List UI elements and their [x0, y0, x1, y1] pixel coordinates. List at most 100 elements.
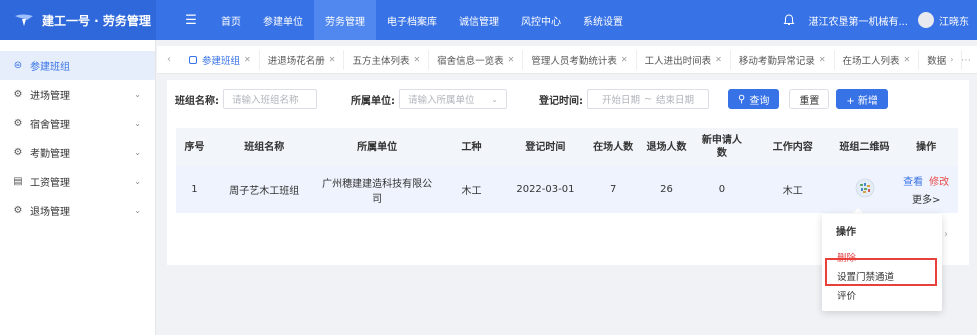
close-icon[interactable]: ✕ [621, 55, 628, 64]
nav-home[interactable]: 首页 [210, 0, 252, 40]
gear-icon: ⚙ [13, 118, 23, 129]
gear-icon: ⚙ [13, 147, 23, 158]
nav-labor[interactable]: 劳务管理 [314, 0, 376, 40]
close-icon[interactable]: ✕ [715, 55, 722, 64]
chevron-down-icon: ⌄ [134, 90, 141, 99]
tab-roster[interactable]: 进退场花名册 ✕ [260, 49, 345, 70]
cell-qr [834, 166, 895, 213]
tab-worker-inout[interactable]: 工人进出时间表 ✕ [637, 49, 731, 70]
col-qr: 班组二维码 [834, 128, 895, 166]
tab-dorm-info[interactable]: 宿舍信息一览表 ✕ [429, 49, 524, 70]
tab-label: 数据 [927, 55, 947, 67]
col-trade: 工种 [438, 128, 505, 166]
team-filter-label: 班组名称: [175, 95, 219, 107]
evaluate-menu-item[interactable]: 评价 [837, 288, 856, 302]
tab-scroll-left-icon[interactable]: ‹ [157, 54, 181, 65]
nav-risk[interactable]: 风控中心 [510, 0, 572, 40]
qr-code-icon[interactable] [855, 178, 875, 198]
filter-bar: 班组名称: 请输入班组名称 所属单位: 请输入所属单位 ⌄ 登记时间: 开始日期… [175, 89, 888, 109]
tab-team[interactable]: 参建班组 ✕ [181, 49, 260, 70]
search-button[interactable]: ⚲ 查询 [728, 89, 780, 109]
view-link[interactable]: 查看 [903, 177, 923, 188]
col-onsite: 在场人数 [586, 128, 640, 166]
sidebar-item-entry[interactable]: ⚙ 进场管理 ⌄ [0, 80, 155, 109]
nav-units[interactable]: 参建单位 [252, 0, 314, 40]
cell-team: 周子艺木工班组 [212, 166, 316, 213]
sidebar-item-label: 考勤管理 [30, 149, 70, 160]
company-name[interactable]: 湛江农垦第一机械有... [808, 13, 908, 28]
col-exited: 退场人数 [639, 128, 694, 166]
col-new-apply: 新申请人数 [693, 128, 751, 166]
wallet-icon: ▤ [13, 176, 23, 187]
date-separator: ~ [644, 93, 652, 105]
team-name-input[interactable]: 请输入班组名称 [223, 89, 317, 109]
team-icon: ⊜ [13, 60, 23, 71]
bell-icon[interactable] [782, 13, 796, 27]
sidebar-item-exit[interactable]: ⚙ 退场管理 ⌄ [0, 196, 155, 225]
sidebar-item-team[interactable]: ⊜ 参建班组 [0, 51, 155, 80]
sidebar-item-dorm[interactable]: ⚙ 宿舍管理 ⌄ [0, 109, 155, 138]
tab-label: 五方主体列表 [352, 55, 410, 67]
nav-archive[interactable]: 电子档案库 [376, 0, 448, 40]
tab-five-parties[interactable]: 五方主体列表 ✕ [344, 49, 430, 70]
chevron-down-icon: ⌄ [134, 177, 141, 186]
tab-label: 进退场花名册 [267, 55, 325, 67]
chevron-down-icon: ⌄ [134, 148, 141, 157]
top-nav: 首页 参建单位 劳务管理 电子档案库 诚信管理 风控中心 系统设置 [210, 0, 634, 40]
tab-onsite-workers[interactable]: 在场工人列表 ✕ [835, 49, 920, 70]
tab-menu-icon[interactable]: ⋯ [955, 46, 977, 74]
highlight-annotation [825, 258, 937, 286]
avatar[interactable] [918, 12, 934, 28]
chevron-down-icon: ⌄ [491, 94, 498, 104]
sidebar: ⊜ 参建班组 ⚙ 进场管理 ⌄ ⚙ 宿舍管理 ⌄ ⚙ 考勤管理 ⌄ ▤ 工资管理… [0, 40, 156, 335]
menu-toggle-icon[interactable]: ☰ [180, 13, 202, 28]
col-index: 序号 [176, 128, 213, 166]
chevron-down-icon: ⌄ [134, 206, 141, 215]
close-icon[interactable]: ✕ [904, 55, 911, 64]
tab-manager-attendance[interactable]: 管理人员考勤统计表 ✕ [523, 49, 637, 70]
cell-date: 2022-03-01 [504, 166, 587, 213]
sidebar-item-label: 参建班组 [30, 62, 70, 73]
close-icon[interactable]: ✕ [413, 55, 420, 64]
gear-icon: ⚙ [13, 205, 23, 216]
gear-icon: ⚙ [13, 89, 23, 100]
sidebar-item-attendance[interactable]: ⚙ 考勤管理 ⌄ [0, 138, 155, 167]
reset-button[interactable]: 重置 [789, 89, 830, 109]
pager-next-icon[interactable]: › [944, 229, 948, 240]
top-bar: 建工一号 · 劳务管理 ☰ 首页 参建单位 劳务管理 电子档案库 诚信管理 风控… [0, 0, 977, 40]
user-name[interactable]: 江晓东 [939, 13, 969, 28]
more-link[interactable]: 更多> [898, 191, 954, 206]
close-icon[interactable]: ✕ [329, 55, 336, 64]
nav-credit[interactable]: 诚信管理 [448, 0, 510, 40]
cell-onsite: 7 [586, 166, 640, 213]
tab-mobile-attendance[interactable]: 移动考勤异常记录 ✕ [731, 49, 835, 70]
tab-label: 移动考勤异常记录 [738, 55, 815, 67]
close-icon[interactable]: ✕ [508, 55, 515, 64]
tab-label: 参建班组 [202, 55, 241, 67]
sidebar-item-salary[interactable]: ▤ 工资管理 ⌄ [0, 167, 155, 196]
tab-label: 工人进出时间表 [644, 55, 712, 67]
cell-new-apply: 0 [693, 166, 751, 213]
add-button[interactable]: + 新增 [836, 89, 888, 109]
tab-label: 宿舍信息一览表 [437, 55, 504, 67]
nav-settings[interactable]: 系统设置 [572, 0, 634, 40]
edit-link[interactable]: 修改 [929, 177, 949, 188]
col-date: 登记时间 [504, 128, 587, 166]
date-filter-label: 登记时间: [539, 95, 583, 107]
col-work: 工作内容 [750, 128, 835, 166]
chevron-right-icon[interactable]: › [950, 55, 953, 64]
close-icon[interactable]: ✕ [819, 55, 826, 64]
date-range-picker[interactable]: 开始日期 ~ 结束日期 [587, 89, 709, 109]
search-button-label: 查询 [749, 95, 770, 107]
close-icon[interactable]: ✕ [244, 55, 251, 64]
col-unit: 所属单位 [315, 128, 439, 166]
cell-trade: 木工 [438, 166, 505, 213]
cell-unit: 广州穗建建造科技有限公司 [315, 166, 439, 213]
search-icon: ⚲ [738, 93, 746, 105]
col-actions: 操作 [894, 128, 958, 166]
unit-select[interactable]: 请输入所属单位 ⌄ [399, 89, 507, 109]
app-title: 建工一号 · 劳务管理 [42, 13, 151, 28]
sidebar-item-label: 进场管理 [30, 91, 70, 102]
table-row: 1 周子艺木工班组 广州穗建建造科技有限公司 木工 2022-03-01 7 2… [176, 166, 958, 213]
cell-work: 木工 [750, 166, 835, 213]
